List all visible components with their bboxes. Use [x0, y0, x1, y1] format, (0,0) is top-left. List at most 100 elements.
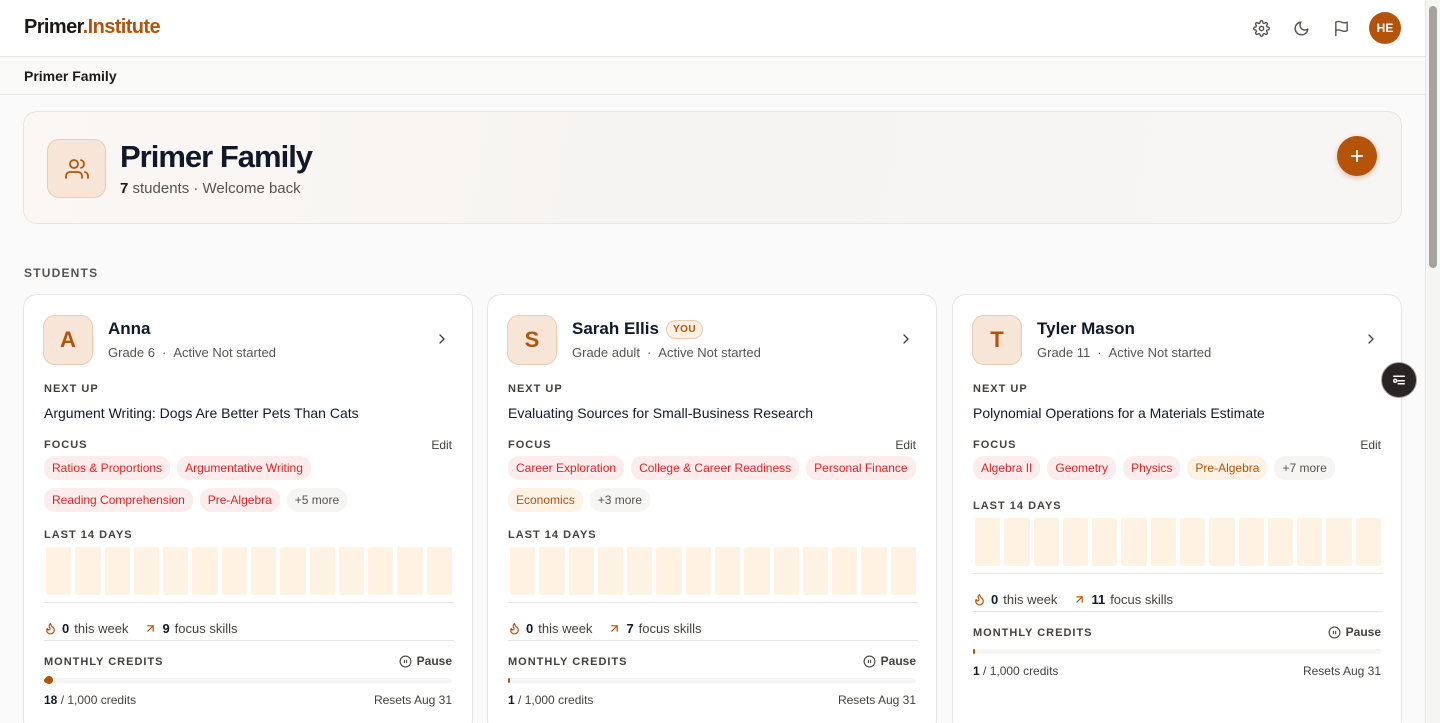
pause-button[interactable]: Pause	[863, 654, 916, 668]
student-avatar: S	[507, 315, 557, 365]
activity-day-bar	[627, 547, 653, 595]
activity-day-bar	[773, 547, 799, 595]
student-grade: Grade 11	[1037, 345, 1091, 360]
credits-used: 1 / 1,000 credits	[973, 664, 1059, 678]
pause-button[interactable]: Pause	[1328, 625, 1381, 639]
activity-day-bar	[539, 547, 565, 595]
this-week-stat: 0 this week	[973, 592, 1057, 607]
card-divider	[44, 640, 454, 641]
focus-tag[interactable]: Geometry	[1047, 456, 1117, 480]
activity-day-bar	[221, 547, 247, 595]
student-stats: 0 this week 11 focus skills	[973, 592, 1173, 607]
open-student-button[interactable]	[1363, 331, 1379, 352]
student-avatar: A	[43, 315, 93, 365]
focus-tag[interactable]: Argumentative Writing	[177, 456, 311, 480]
next-up-label: NEXT UP	[508, 383, 563, 395]
next-up-lesson[interactable]: Evaluating Sources for Small-Business Re…	[508, 405, 813, 421]
pause-button[interactable]: Pause	[399, 654, 452, 668]
focus-skills-stat: 7 focus skills	[608, 621, 702, 636]
more-tags-button[interactable]: +7 more	[1274, 456, 1335, 480]
edit-focus-button[interactable]: Edit	[895, 438, 916, 452]
card-divider	[508, 640, 918, 641]
chevron-right-icon	[439, 334, 445, 344]
settings-button[interactable]	[1245, 12, 1277, 44]
next-up-label: NEXT UP	[973, 383, 1028, 395]
open-student-button[interactable]	[434, 331, 450, 352]
add-student-button[interactable]	[1337, 136, 1377, 176]
activity-day-bar	[890, 547, 916, 595]
activity-bars	[44, 545, 454, 603]
student-name[interactable]: Tyler Mason	[1037, 319, 1135, 339]
activity-day-bar	[133, 547, 160, 595]
more-tags-button[interactable]: +3 more	[589, 488, 651, 512]
activity-day-bar	[802, 547, 829, 595]
edit-focus-button[interactable]: Edit	[1360, 438, 1381, 452]
credits-used: 18 / 1,000 credits	[44, 693, 137, 707]
activity-day-bar	[1121, 518, 1147, 566]
flame-icon	[975, 594, 984, 606]
activity-day-bar	[1179, 518, 1206, 566]
credits-used: 1 / 1,000 credits	[508, 693, 594, 707]
activity-day-bar	[163, 547, 189, 595]
focus-tag[interactable]: Pre-Algebra	[1187, 456, 1268, 480]
user-avatar[interactable]: HE	[1369, 12, 1401, 44]
page-scrollbar[interactable]	[1425, 0, 1440, 723]
you-badge: YOU	[665, 319, 704, 339]
focus-tag[interactable]: Economics	[508, 488, 583, 512]
focus-tag[interactable]: Personal Finance	[806, 456, 916, 480]
focus-tag[interactable]: Reading Comprehension	[44, 488, 193, 512]
last-14-days-label: LAST 14 DAYS	[973, 500, 1062, 512]
student-card[interactable]: S Sarah Ellis YOU Grade adult · Active Not …	[487, 294, 937, 723]
list-icon	[1393, 375, 1405, 385]
focus-tag[interactable]: Career Exploration	[508, 456, 625, 480]
student-name[interactable]: Sarah Ellis YOU	[572, 319, 704, 339]
credits-progress-bar	[973, 649, 1381, 654]
focus-skills-stat: 11 focus skills	[1073, 592, 1173, 607]
activity-day-bar	[1033, 518, 1059, 566]
student-card[interactable]: T Tyler Mason Grade 11 · Active Not starte…	[952, 294, 1402, 723]
focus-tags: Algebra II Geometry Physics Pre-Algebra +7 m…	[973, 456, 1383, 480]
logo[interactable]: Primer.Institute	[24, 16, 161, 39]
student-card[interactable]: A Anna Grade 6 · Active Not started NEXT U…	[23, 294, 473, 723]
plus-icon	[1350, 149, 1364, 163]
focus-tag[interactable]: Physics	[1123, 456, 1181, 480]
activity-day-bar	[597, 547, 624, 595]
credits-progress-fill	[973, 649, 975, 654]
feedback-button[interactable]	[1325, 12, 1357, 44]
logo-accent-text: .Institute	[82, 16, 161, 38]
focus-tags: Career Exploration College & Career Readi…	[508, 456, 918, 512]
open-student-button[interactable]	[898, 331, 914, 352]
activity-day-bar	[75, 547, 101, 595]
theme-toggle-button[interactable]	[1285, 12, 1317, 44]
student-count: 7	[120, 180, 129, 197]
chevron-right-icon	[1368, 334, 1374, 344]
student-name[interactable]: Anna	[108, 319, 151, 339]
more-tags-button[interactable]: +5 more	[286, 488, 348, 512]
monthly-credits-label: MONTHLY CREDITS	[973, 627, 1093, 639]
activity-day-bar	[1209, 518, 1235, 566]
activity-day-bar	[568, 547, 594, 595]
activity-bars	[973, 516, 1383, 574]
next-up-lesson[interactable]: Argument Writing: Dogs Are Better Pets T…	[44, 405, 359, 421]
top-actions: HE	[1245, 12, 1401, 44]
focus-tag[interactable]: Pre-Algebra	[199, 488, 280, 512]
next-up-lesson[interactable]: Polynomial Operations for a Materials Es…	[973, 405, 1265, 421]
credits-reset-date: Resets Aug 31	[1302, 664, 1381, 678]
student-meta: Grade adult · Active Not started	[572, 345, 761, 360]
focus-tag[interactable]: Algebra II	[973, 456, 1041, 480]
subtitle-text: students · Welcome back	[132, 180, 301, 197]
student-meta: Grade 6 · Active Not started	[108, 345, 276, 360]
flame-icon	[510, 623, 519, 635]
student-meta: Grade 11 · Active Not started	[1037, 345, 1212, 360]
activity-day-bar	[1297, 518, 1323, 566]
scrollbar-thumb[interactable]	[1429, 6, 1437, 268]
floating-menu-button[interactable]	[1381, 362, 1417, 398]
pause-icon	[1328, 626, 1341, 638]
student-name-text: Anna	[108, 319, 151, 338]
monthly-credits-label: MONTHLY CREDITS	[44, 656, 164, 668]
focus-tag[interactable]: Ratios & Proportions	[44, 456, 171, 480]
pause-icon	[863, 655, 876, 667]
students-section-label: STUDENTS	[24, 266, 99, 280]
edit-focus-button[interactable]: Edit	[431, 438, 452, 452]
focus-tag[interactable]: College & Career Readiness	[631, 456, 800, 480]
